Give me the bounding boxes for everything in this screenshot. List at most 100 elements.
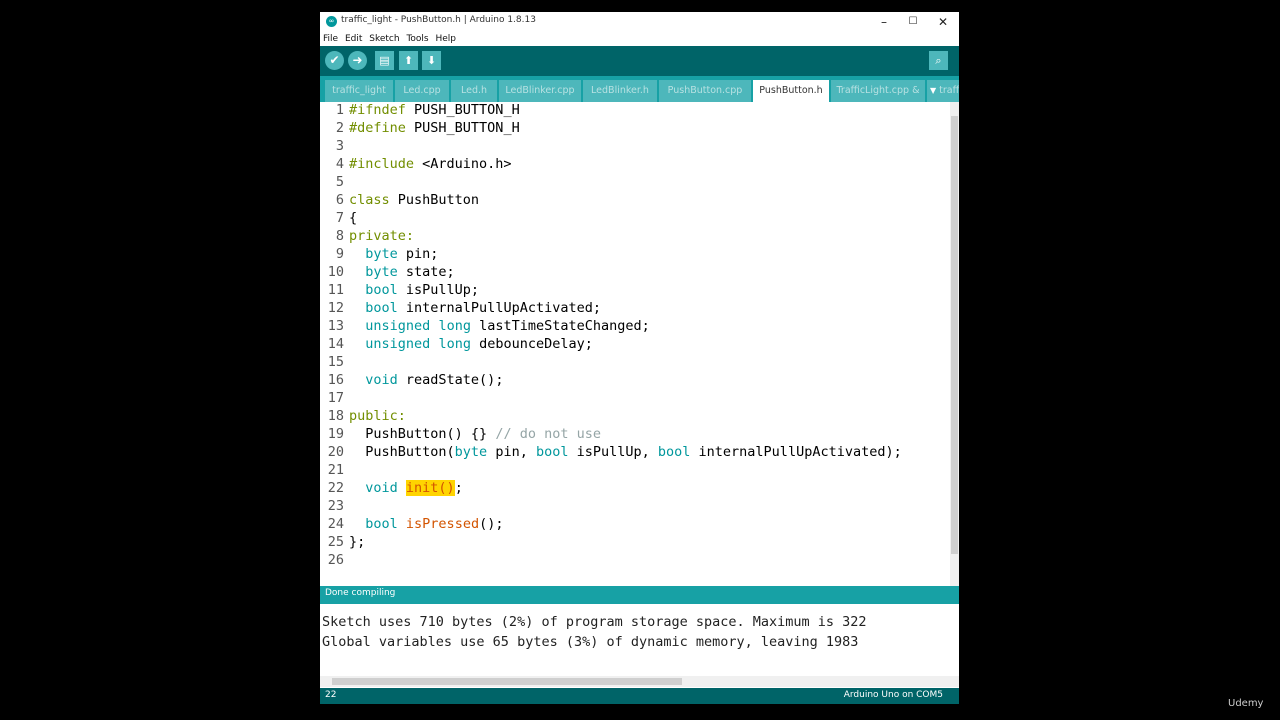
new-sketch-button[interactable]: ▤ [375,51,394,70]
line-number: 18 [327,408,344,424]
code-line: private: [349,228,415,244]
toolbar: ✔ ➜ ▤ ⬆ ⬇ ⌕ [320,46,959,76]
tab-ledblinker-h[interactable]: LedBlinker.h [583,80,657,102]
code-text: <Arduino.h> [414,156,512,172]
code-line: unsigned long lastTimeStateChanged; [349,318,650,334]
line-number: 8 [335,228,344,244]
menu-sketch[interactable]: Sketch [369,32,399,46]
code-line: public: [349,408,406,424]
code-text: state; [397,264,455,280]
code-line: bool internalPullUpActivated; [349,300,601,316]
upload-button[interactable]: ➜ [348,51,367,70]
line-number: 20 [327,444,344,460]
line-number: 7 [335,210,344,226]
code-text: PushButton() {} [365,426,496,442]
code-line: void init(); [349,480,463,496]
code-line: #ifndef PUSH_BUTTON_H [349,102,520,118]
code-text: PUSH_BUTTON_H [405,102,520,118]
tab-led-cpp[interactable]: Led.cpp [395,80,449,102]
board-port-label: Arduino Uno on COM5 [843,690,943,700]
type-keyword: unsigned [365,336,431,352]
menu-help[interactable]: Help [436,32,457,46]
scrollbar-thumb[interactable] [951,116,958,554]
type-keyword: unsigned [365,318,431,334]
line-number: 14 [327,336,344,352]
tab-overflow-menu[interactable]: ▼traffic [927,80,959,102]
type-keyword: byte [365,246,398,262]
code-text: PushButton [389,192,480,208]
tab-pushbutton-h[interactable]: PushButton.h [753,80,829,102]
selected-text: init() [405,480,455,496]
tab-pushbutton-cpp[interactable]: PushButton.cpp [659,80,751,102]
status-bar: Done compiling [320,586,959,604]
line-number: 2 [335,120,344,136]
open-sketch-button[interactable]: ⬆ [399,51,418,70]
line-number: 22 [327,480,344,496]
type-keyword: byte [365,264,398,280]
open-arrow-up-icon: ⬆ [403,54,414,67]
code-line: #define PUSH_BUTTON_H [349,120,520,136]
code-text: PushButton( [365,444,455,460]
serial-monitor-button[interactable]: ⌕ [929,51,948,70]
tab-traffic-light[interactable]: traffic_light [325,80,393,102]
code-text: internalPullUpActivated); [690,444,902,460]
tab-ledblinker-cpp[interactable]: LedBlinker.cpp [499,80,581,102]
type-keyword: bool [535,444,569,460]
arduino-ide-window: ∞ traffic_light - PushButton.h | Arduino… [320,12,959,704]
magnifier-icon: ⌕ [935,54,942,67]
verify-button[interactable]: ✔ [325,51,344,70]
line-number: 16 [327,372,344,388]
type-keyword: long [438,318,471,334]
line-number: 12 [327,300,344,316]
minimize-button[interactable]: – [869,12,899,32]
code-text: pin; [397,246,439,262]
code-line: void readState(); [349,372,503,388]
code-text: lastTimeStateChanged; [470,318,650,334]
type-keyword: void [365,480,398,496]
window-title: traffic_light - PushButton.h | Arduino 1… [341,15,536,25]
line-number: 6 [335,192,344,208]
line-number: 23 [327,498,344,514]
editor-vertical-scrollbar[interactable] [950,102,959,586]
line-number: 25 [327,534,344,550]
tab-led-h[interactable]: Led.h [451,80,497,102]
line-number: 15 [327,354,344,370]
udemy-watermark: Udemy [1228,698,1264,709]
close-button[interactable]: ✕ [928,12,958,32]
tab-trafficlight-cpp[interactable]: TrafficLight.cpp & [831,80,925,102]
console-line: Sketch uses 710 bytes (2%) of program st… [322,614,867,630]
maximize-button[interactable]: ☐ [898,12,928,32]
console-output[interactable]: Sketch uses 710 bytes (2%) of program st… [320,604,950,676]
code-line: PushButton(byte pin, bool isPullUp, bool… [349,444,902,460]
tab-traffic-partial: traffic [939,85,959,96]
type-keyword: void [365,372,398,388]
code-line: byte state; [349,264,455,280]
preprocessor-directive: #ifndef [349,102,406,118]
type-keyword: bool [365,300,398,316]
save-arrow-down-icon: ⬇ [426,54,437,67]
console-horizontal-scrollbar[interactable] [320,676,959,687]
arrow-right-icon: ➜ [352,53,363,67]
code-text: ; [454,480,463,496]
comment: // do not use [495,426,601,442]
menu-file[interactable]: File [323,32,338,46]
type-keyword: bool [657,444,691,460]
preprocessor-directive: #define [349,120,406,136]
line-number: 21 [327,462,344,478]
line-number: 4 [335,156,344,172]
code-text: PUSH_BUTTON_H [405,120,520,136]
code-line: bool isPullUp; [349,282,479,298]
save-sketch-button[interactable]: ⬇ [422,51,441,70]
menu-edit[interactable]: Edit [345,32,362,46]
line-number: 10 [327,264,344,280]
menu-tools[interactable]: Tools [406,32,428,46]
line-number: 11 [327,282,344,298]
code-text: readState(); [397,372,504,388]
code-line: class PushButton [349,192,479,208]
code-line: PushButton() {} // do not use [349,426,601,442]
dropdown-arrow-icon: ▼ [930,86,937,95]
code-text: internalPullUpActivated; [397,300,601,316]
code-editor[interactable]: 1 2 3 4 5 6 7 8 9 10 11 12 13 14 15 16 1… [320,102,950,586]
scrollbar-thumb[interactable] [332,678,682,685]
code-line: byte pin; [349,246,438,262]
